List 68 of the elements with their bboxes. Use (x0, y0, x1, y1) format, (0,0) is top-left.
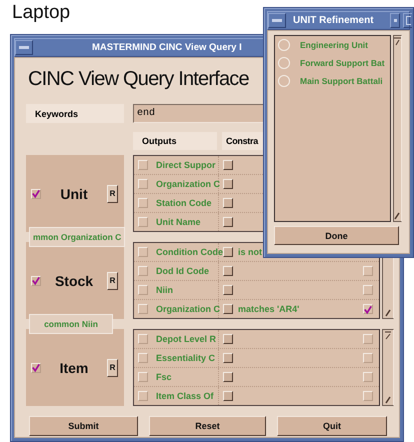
maximize-button[interactable] (403, 13, 412, 28)
select-checkbox[interactable] (363, 304, 373, 314)
minimize-button[interactable] (268, 13, 286, 28)
output-checkbox[interactable] (138, 353, 148, 363)
output-checkbox[interactable] (138, 247, 148, 257)
scrollbar[interactable] (393, 35, 402, 222)
window-title: UNIT Refinement (292, 15, 375, 26)
constraint-text: matches 'AR4' (238, 304, 300, 314)
constraint-text: is not (238, 247, 262, 257)
scroll-down-icon[interactable] (394, 211, 401, 220)
action-button[interactable]: Quit (277, 416, 387, 436)
field-name: Dod Id Code (156, 266, 209, 276)
field-name: Station Code (156, 198, 212, 208)
minimize-icon (19, 46, 29, 49)
field-name: Item Class Of (156, 391, 214, 401)
table-name: Stock (54, 272, 94, 288)
radio-button[interactable] (278, 39, 290, 51)
output-checkbox[interactable] (138, 334, 148, 344)
scroll-down-icon[interactable] (384, 308, 392, 317)
output-checkbox[interactable] (138, 304, 148, 314)
option-label: Main Support Battali (300, 76, 383, 86)
table-name: Item (58, 360, 90, 376)
output-checkbox[interactable] (138, 217, 148, 227)
action-button[interactable]: Submit (29, 416, 138, 436)
output-checkbox[interactable] (138, 372, 148, 382)
action-button[interactable]: Reset (149, 416, 266, 436)
table-checkbox[interactable] (31, 362, 41, 372)
column-header: Outputs (133, 132, 217, 150)
done-button[interactable]: Done (274, 226, 399, 245)
scrollbar[interactable] (382, 329, 394, 406)
scroll-down-icon[interactable] (384, 395, 392, 404)
refine-button[interactable]: R (107, 184, 118, 202)
field-name: Niin (156, 285, 173, 295)
output-checkbox[interactable] (138, 160, 148, 170)
field-name: Organization C (156, 179, 220, 189)
maximize-icon (406, 16, 410, 25)
field-name: Essentiality C (156, 353, 216, 363)
window-title: MASTERMIND CINC View Query I (92, 42, 242, 53)
field-name: Fsc (156, 372, 172, 382)
field-name: Organization C (156, 304, 220, 314)
option-label: Forward Support Bat (300, 58, 385, 68)
radio-button[interactable] (278, 57, 290, 69)
menu-button[interactable] (390, 13, 400, 28)
minimize-icon (272, 19, 282, 22)
output-checkbox[interactable] (138, 198, 148, 208)
scroll-up-icon[interactable] (394, 37, 401, 46)
refine-button[interactable]: R (107, 358, 118, 376)
minimize-button[interactable] (15, 40, 33, 55)
table-checkbox[interactable] (31, 276, 41, 286)
field-name: Depot Level R (156, 334, 216, 344)
keywords-label: Keywords (26, 104, 124, 123)
field-name: Direct Suppor (156, 160, 216, 170)
option-label: Engineering Unit (300, 40, 368, 50)
join-label: common Niin (29, 314, 113, 334)
table-checkbox[interactable] (31, 188, 41, 198)
radio-button[interactable] (278, 75, 290, 87)
desktop-label: Laptop (12, 2, 70, 24)
refine-button[interactable]: R (107, 272, 118, 290)
table-name: Unit (59, 186, 89, 202)
field-name: Unit Name (156, 217, 201, 227)
field-name: Condition Code (156, 247, 223, 257)
output-checkbox[interactable] (138, 179, 148, 189)
output-checkbox[interactable] (138, 266, 148, 276)
output-checkbox[interactable] (138, 391, 148, 401)
output-checkbox[interactable] (138, 285, 148, 295)
app-heading: CINC View Query Interface (28, 68, 249, 92)
join-label: mmon Organization C (29, 227, 126, 247)
scroll-up-icon[interactable] (384, 331, 392, 340)
